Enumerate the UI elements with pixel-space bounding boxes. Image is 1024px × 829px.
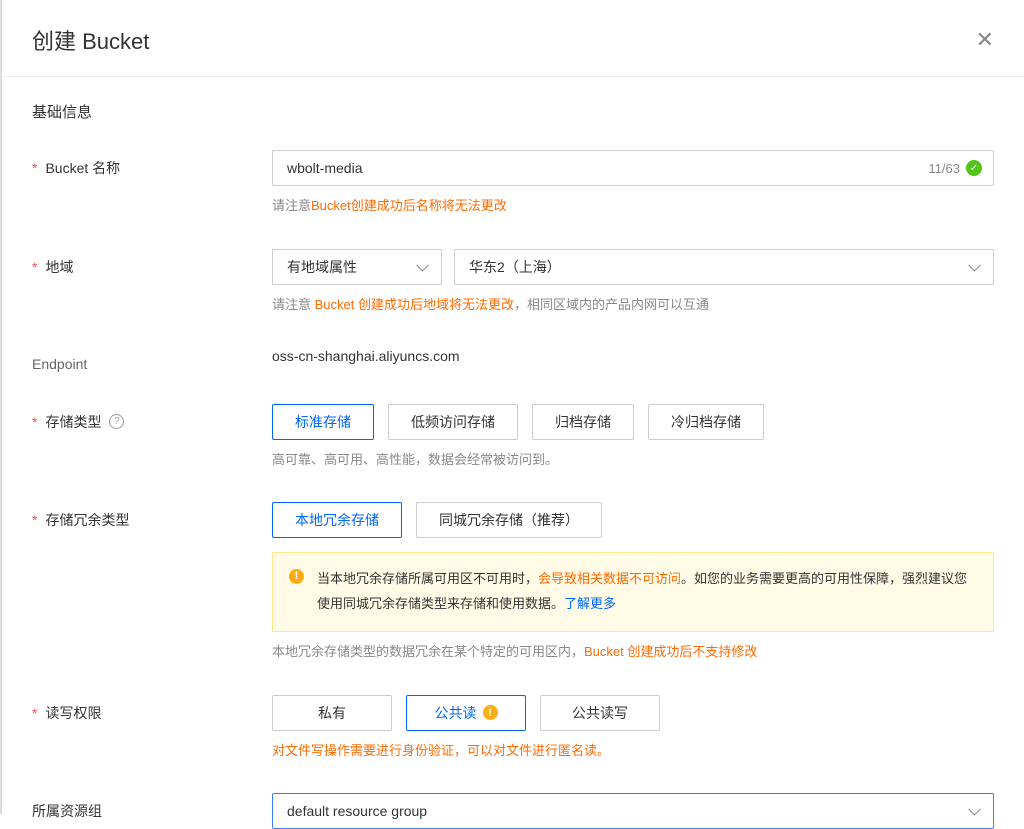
redundancy-note: 本地冗余存储类型的数据冗余在某个特定的可用区内，Bucket 创建成功后不支持修…: [272, 642, 994, 663]
storage-type-archive[interactable]: 归档存储: [532, 404, 634, 440]
endpoint-value: oss-cn-shanghai.aliyuncs.com: [272, 348, 994, 364]
field-bucket-name: 11/63 ✓ 请注意Bucket创建成功后名称将无法更改: [272, 150, 994, 217]
region-select[interactable]: 华东2（上海）: [454, 249, 994, 285]
dialog-header: 创建 Bucket ✕: [2, 0, 1024, 76]
field-resource-group: default resource group: [272, 793, 994, 829]
region-attr-select[interactable]: 有地域属性: [272, 249, 442, 285]
dialog-title: 创建 Bucket: [32, 24, 149, 56]
close-icon[interactable]: ✕: [976, 27, 994, 53]
label-acl: 读写权限: [32, 695, 272, 723]
redundancy-zrs[interactable]: 同城冗余存储（推荐）: [416, 502, 602, 538]
help-icon[interactable]: ?: [109, 414, 124, 429]
bucket-name-counter: 11/63 ✓: [928, 160, 982, 176]
storage-type-desc: 高可靠、高可用、高性能，数据会经常被访问到。: [272, 450, 994, 471]
label-endpoint: Endpoint: [32, 348, 272, 372]
field-endpoint: oss-cn-shanghai.aliyuncs.com: [272, 348, 994, 364]
bucket-name-note: 请注意Bucket创建成功后名称将无法更改: [272, 196, 994, 217]
field-acl: 私有 公共读 ! 公共读写 对文件写操作需要进行身份验证，可以对文件进行匿名读。: [272, 695, 994, 762]
label-bucket-name: Bucket 名称: [32, 150, 272, 178]
field-region: 有地域属性 华东2（上海） 请注意 Bucket 创建成功后地域将无法更改，相同…: [272, 249, 994, 316]
create-bucket-dialog: 创建 Bucket ✕ 基础信息 Bucket 名称 11/63 ✓ 请注意Bu…: [0, 0, 1024, 814]
redundancy-lrs[interactable]: 本地冗余存储: [272, 502, 402, 538]
storage-type-options: 标准存储 低频访问存储 归档存储 冷归档存储: [272, 404, 994, 440]
resource-group-select[interactable]: default resource group: [272, 793, 994, 829]
row-storage-type: 存储类型 ? 标准存储 低频访问存储 归档存储 冷归档存储 高可靠、高可用、高性…: [32, 404, 994, 471]
bucket-name-input[interactable]: [272, 150, 994, 186]
check-icon: ✓: [966, 160, 982, 176]
row-region: 地域 有地域属性 华东2（上海） 请注意 Bucket 创建成功后地域将无法更改…: [32, 249, 994, 316]
acl-publicrw[interactable]: 公共读写: [540, 695, 660, 731]
warning-icon: !: [483, 705, 498, 720]
redundancy-alert: ! 当本地冗余存储所属可用区不可用时，会导致相关数据不可访问。如您的业务需要更高…: [272, 552, 994, 631]
label-storage-type: 存储类型 ?: [32, 404, 272, 432]
dialog-content: 基础信息 Bucket 名称 11/63 ✓ 请注意Bucket创建成功后名称将…: [2, 77, 1024, 829]
field-storage-type: 标准存储 低频访问存储 归档存储 冷归档存储 高可靠、高可用、高性能，数据会经常…: [272, 404, 994, 471]
section-title: 基础信息: [32, 101, 994, 122]
storage-type-ia[interactable]: 低频访问存储: [388, 404, 518, 440]
redundancy-options: 本地冗余存储 同城冗余存储（推荐）: [272, 502, 994, 538]
storage-type-coldarchive[interactable]: 冷归档存储: [648, 404, 764, 440]
storage-type-standard[interactable]: 标准存储: [272, 404, 374, 440]
row-acl: 读写权限 私有 公共读 ! 公共读写 对文件写操作需要进行身份验证，可以对文件进…: [32, 695, 994, 762]
row-endpoint: Endpoint oss-cn-shanghai.aliyuncs.com: [32, 348, 994, 372]
label-region: 地域: [32, 249, 272, 277]
row-resource-group: 所属资源组 default resource group: [32, 793, 994, 829]
acl-private[interactable]: 私有: [272, 695, 392, 731]
learn-more-link[interactable]: 了解更多: [564, 596, 616, 611]
label-redundancy: 存储冗余类型: [32, 502, 272, 530]
warning-icon: !: [289, 569, 304, 584]
field-redundancy: 本地冗余存储 同城冗余存储（推荐） ! 当本地冗余存储所属可用区不可用时，会导致…: [272, 502, 994, 662]
acl-publicread[interactable]: 公共读 !: [406, 695, 526, 731]
row-redundancy: 存储冗余类型 本地冗余存储 同城冗余存储（推荐） ! 当本地冗余存储所属可用区不…: [32, 502, 994, 662]
region-note: 请注意 Bucket 创建成功后地域将无法更改，相同区域内的产品内网可以互通: [272, 295, 994, 316]
acl-options: 私有 公共读 ! 公共读写: [272, 695, 994, 731]
label-resource-group: 所属资源组: [32, 793, 272, 821]
row-bucket-name: Bucket 名称 11/63 ✓ 请注意Bucket创建成功后名称将无法更改: [32, 150, 994, 217]
acl-desc: 对文件写操作需要进行身份验证，可以对文件进行匿名读。: [272, 741, 994, 762]
